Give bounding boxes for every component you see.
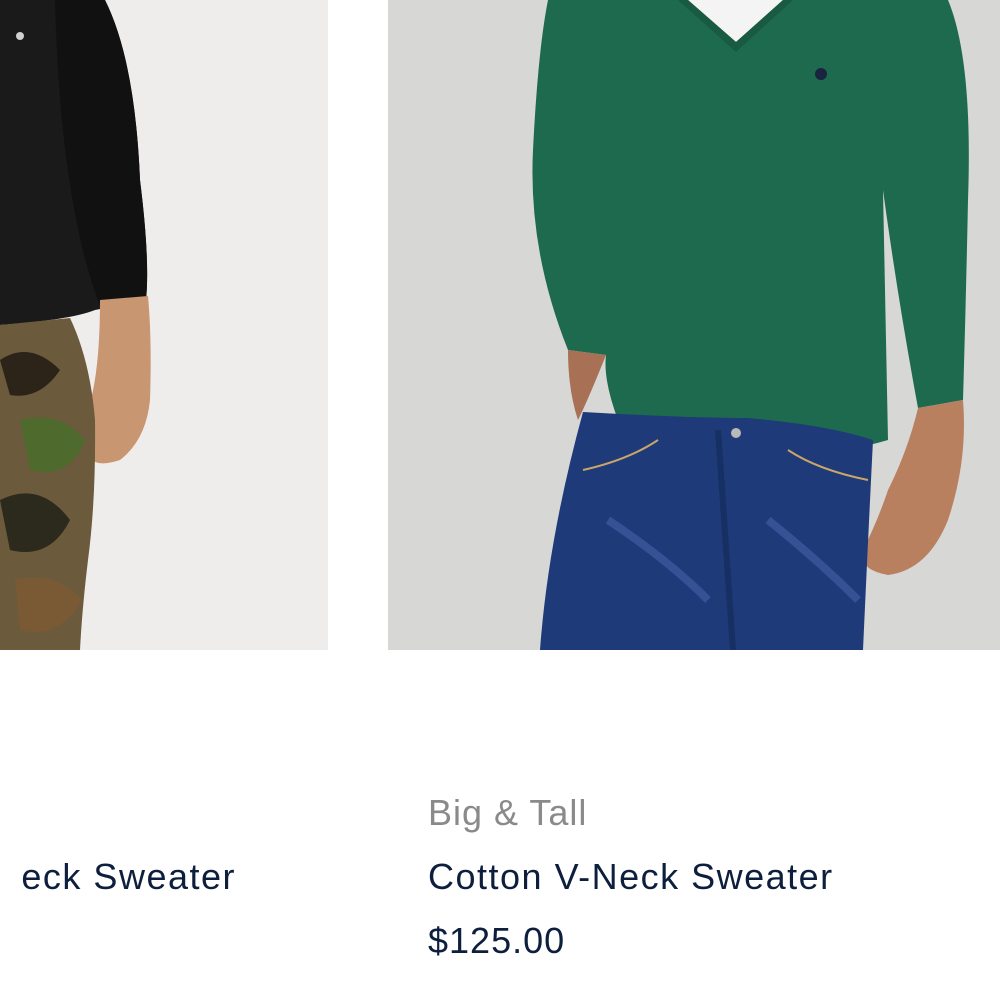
product-price: $125.00 [428,920,566,961]
product-name[interactable]: Cotton V-Neck Sweater [428,856,834,898]
product-image[interactable] [0,0,328,650]
product-name[interactable]: eck Sweater [21,856,236,898]
product-brand: Big & Tall [428,792,588,833]
product-card-partial[interactable]: eck Sweater [0,0,328,1000]
product-card[interactable]: Big & Tall Cotton V-Neck Sweater $125.00 [388,0,1000,1000]
product-image[interactable] [388,0,1000,650]
